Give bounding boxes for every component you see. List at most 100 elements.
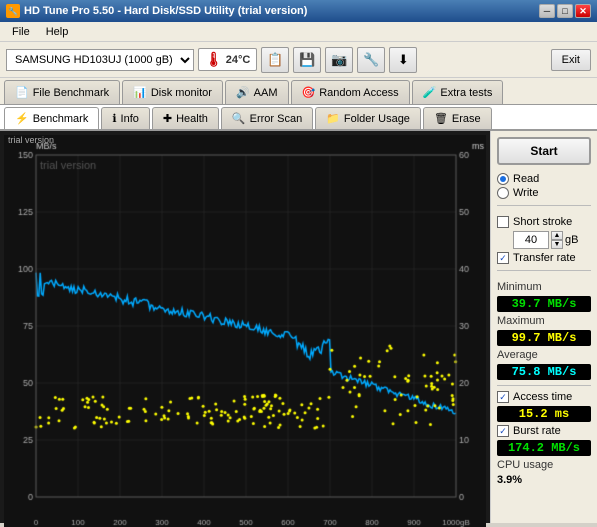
- radio-read-label: Read: [513, 173, 539, 185]
- toolbar: SAMSUNG HD103UJ (1000 gB) 🌡 24°C 📋 💾 📷 🔧…: [0, 42, 597, 78]
- toolbar-btn-3[interactable]: 📷: [325, 47, 353, 73]
- divider-1: [497, 205, 591, 206]
- title-bar-buttons: ─ □ ✕: [539, 4, 591, 18]
- checkbox-burst-rate[interactable]: ✓ Burst rate: [497, 425, 591, 437]
- benchmark-icon: ⚡: [15, 112, 29, 125]
- tab-folder-usage-label: Folder Usage: [344, 113, 410, 125]
- tabs-bottom: ⚡ Benchmark ℹ Info ✚ Health 🔍 Error Scan…: [0, 105, 597, 131]
- close-button[interactable]: ✕: [575, 4, 591, 18]
- start-button[interactable]: Start: [497, 137, 591, 165]
- tabs-top: 📄 File Benchmark 📊 Disk monitor 🔊 AAM 🎯 …: [0, 78, 597, 105]
- drive-select[interactable]: SAMSUNG HD103UJ (1000 gB): [6, 49, 194, 71]
- disk-monitor-icon: 📊: [133, 86, 147, 99]
- title-bar: 🔧 HD Tune Pro 5.50 - Hard Disk/SSD Utili…: [0, 0, 597, 22]
- tab-health-label: Health: [176, 113, 208, 125]
- transfer-rate-label: Transfer rate: [513, 252, 576, 264]
- menu-file[interactable]: File: [4, 24, 38, 40]
- divider-3: [497, 385, 591, 386]
- app-icon: 🔧: [6, 4, 20, 18]
- radio-write-circle[interactable]: [497, 187, 509, 199]
- tab-extra-tests-label: Extra tests: [440, 87, 492, 99]
- radio-group: Read Write: [497, 173, 591, 199]
- minimum-value: 39.7 MB/s: [497, 296, 591, 312]
- tab-aam[interactable]: 🔊 AAM: [225, 80, 289, 104]
- tab-benchmark[interactable]: ⚡ Benchmark: [4, 107, 99, 129]
- title-bar-left: 🔧 HD Tune Pro 5.50 - Hard Disk/SSD Utili…: [6, 4, 307, 18]
- burst-rate-value: 174.2 MB/s: [497, 440, 591, 456]
- tab-file-benchmark-label: File Benchmark: [33, 87, 109, 99]
- thermometer-icon: 🌡: [205, 51, 223, 68]
- minimize-button[interactable]: ─: [539, 4, 555, 18]
- average-value: 75.8 MB/s: [497, 364, 591, 380]
- menu-help[interactable]: Help: [38, 24, 77, 40]
- maximum-value: 99.7 MB/s: [497, 330, 591, 346]
- stroke-value-input[interactable]: [513, 231, 549, 249]
- stat-section: Minimum 39.7 MB/s Maximum 99.7 MB/s Aver…: [497, 281, 591, 486]
- tab-error-scan[interactable]: 🔍 Error Scan: [221, 107, 313, 129]
- stroke-input-row: ▲ ▼ gB: [513, 231, 591, 249]
- stroke-unit-label: gB: [565, 234, 578, 246]
- short-stroke-label: Short stroke: [513, 216, 572, 228]
- spin-down-button[interactable]: ▼: [551, 240, 563, 249]
- chart-area: trial version: [0, 131, 490, 523]
- title-text: HD Tune Pro 5.50 - Hard Disk/SSD Utility…: [24, 5, 307, 17]
- divider-2: [497, 270, 591, 271]
- short-stroke-checkbox[interactable]: [497, 216, 509, 228]
- tab-random-access[interactable]: 🎯 Random Access: [291, 80, 410, 104]
- radio-read[interactable]: Read: [497, 173, 591, 185]
- maximize-button[interactable]: □: [557, 4, 573, 18]
- radio-write-label: Write: [513, 187, 538, 199]
- access-time-value: 15.2 ms: [497, 406, 591, 422]
- cpu-usage-value: 3.9%: [497, 474, 591, 486]
- access-time-label: Access time: [513, 391, 572, 403]
- transfer-rate-checkbox[interactable]: ✓: [497, 252, 509, 264]
- tab-disk-monitor[interactable]: 📊 Disk monitor: [122, 80, 223, 104]
- temperature-value: 24°C: [226, 54, 251, 66]
- extra-tests-icon: 🧪: [423, 86, 437, 99]
- tab-info-label: Info: [121, 113, 139, 125]
- tab-health[interactable]: ✚ Health: [152, 107, 219, 129]
- tab-file-benchmark[interactable]: 📄 File Benchmark: [4, 80, 120, 104]
- radio-write[interactable]: Write: [497, 187, 591, 199]
- tab-folder-usage[interactable]: 📁 Folder Usage: [315, 107, 421, 129]
- exit-button[interactable]: Exit: [551, 49, 591, 71]
- average-label: Average: [497, 349, 591, 361]
- health-icon: ✚: [163, 112, 172, 125]
- folder-usage-icon: 📁: [326, 112, 340, 125]
- burst-rate-checkbox[interactable]: ✓: [497, 425, 509, 437]
- toolbar-btn-2[interactable]: 💾: [293, 47, 321, 73]
- checkbox-group: Short stroke ▲ ▼ gB ✓ Transfer rate: [497, 216, 591, 264]
- checkbox-transfer-rate[interactable]: ✓ Transfer rate: [497, 252, 591, 264]
- tab-error-scan-label: Error Scan: [250, 113, 303, 125]
- tab-random-access-label: Random Access: [319, 87, 398, 99]
- temperature-badge: 🌡 24°C: [198, 48, 257, 71]
- tab-benchmark-label: Benchmark: [33, 113, 89, 125]
- tab-erase[interactable]: 🗑 Erase: [423, 107, 492, 129]
- info-icon: ℹ: [112, 112, 116, 125]
- erase-icon: 🗑: [434, 112, 448, 125]
- cpu-usage-label: CPU usage: [497, 459, 591, 471]
- stroke-spinner: ▲ ▼: [551, 231, 563, 249]
- main-content: trial version Start Read Write Short str…: [0, 131, 597, 523]
- tab-extra-tests[interactable]: 🧪 Extra tests: [412, 80, 504, 104]
- tab-aam-label: AAM: [254, 87, 278, 99]
- minimum-label: Minimum: [497, 281, 591, 293]
- tab-erase-label: Erase: [452, 113, 481, 125]
- toolbar-btn-4[interactable]: 🔧: [357, 47, 385, 73]
- checkbox-short-stroke[interactable]: Short stroke: [497, 216, 591, 228]
- chart-watermark: trial version: [8, 135, 54, 145]
- menu-bar: File Help: [0, 22, 597, 42]
- spin-up-button[interactable]: ▲: [551, 231, 563, 240]
- aam-icon: 🔊: [236, 86, 250, 99]
- radio-read-circle[interactable]: [497, 173, 509, 185]
- checkbox-access-time[interactable]: ✓ Access time: [497, 391, 591, 403]
- file-benchmark-icon: 📄: [15, 86, 29, 99]
- toolbar-btn-5[interactable]: ⬇: [389, 47, 417, 73]
- right-panel: Start Read Write Short stroke ▲ ▼: [490, 131, 597, 523]
- toolbar-btn-1[interactable]: 📋: [261, 47, 289, 73]
- tab-disk-monitor-label: Disk monitor: [151, 87, 212, 99]
- access-time-checkbox[interactable]: ✓: [497, 391, 509, 403]
- tab-info[interactable]: ℹ Info: [101, 107, 150, 129]
- burst-rate-label: Burst rate: [513, 425, 561, 437]
- maximum-label: Maximum: [497, 315, 591, 327]
